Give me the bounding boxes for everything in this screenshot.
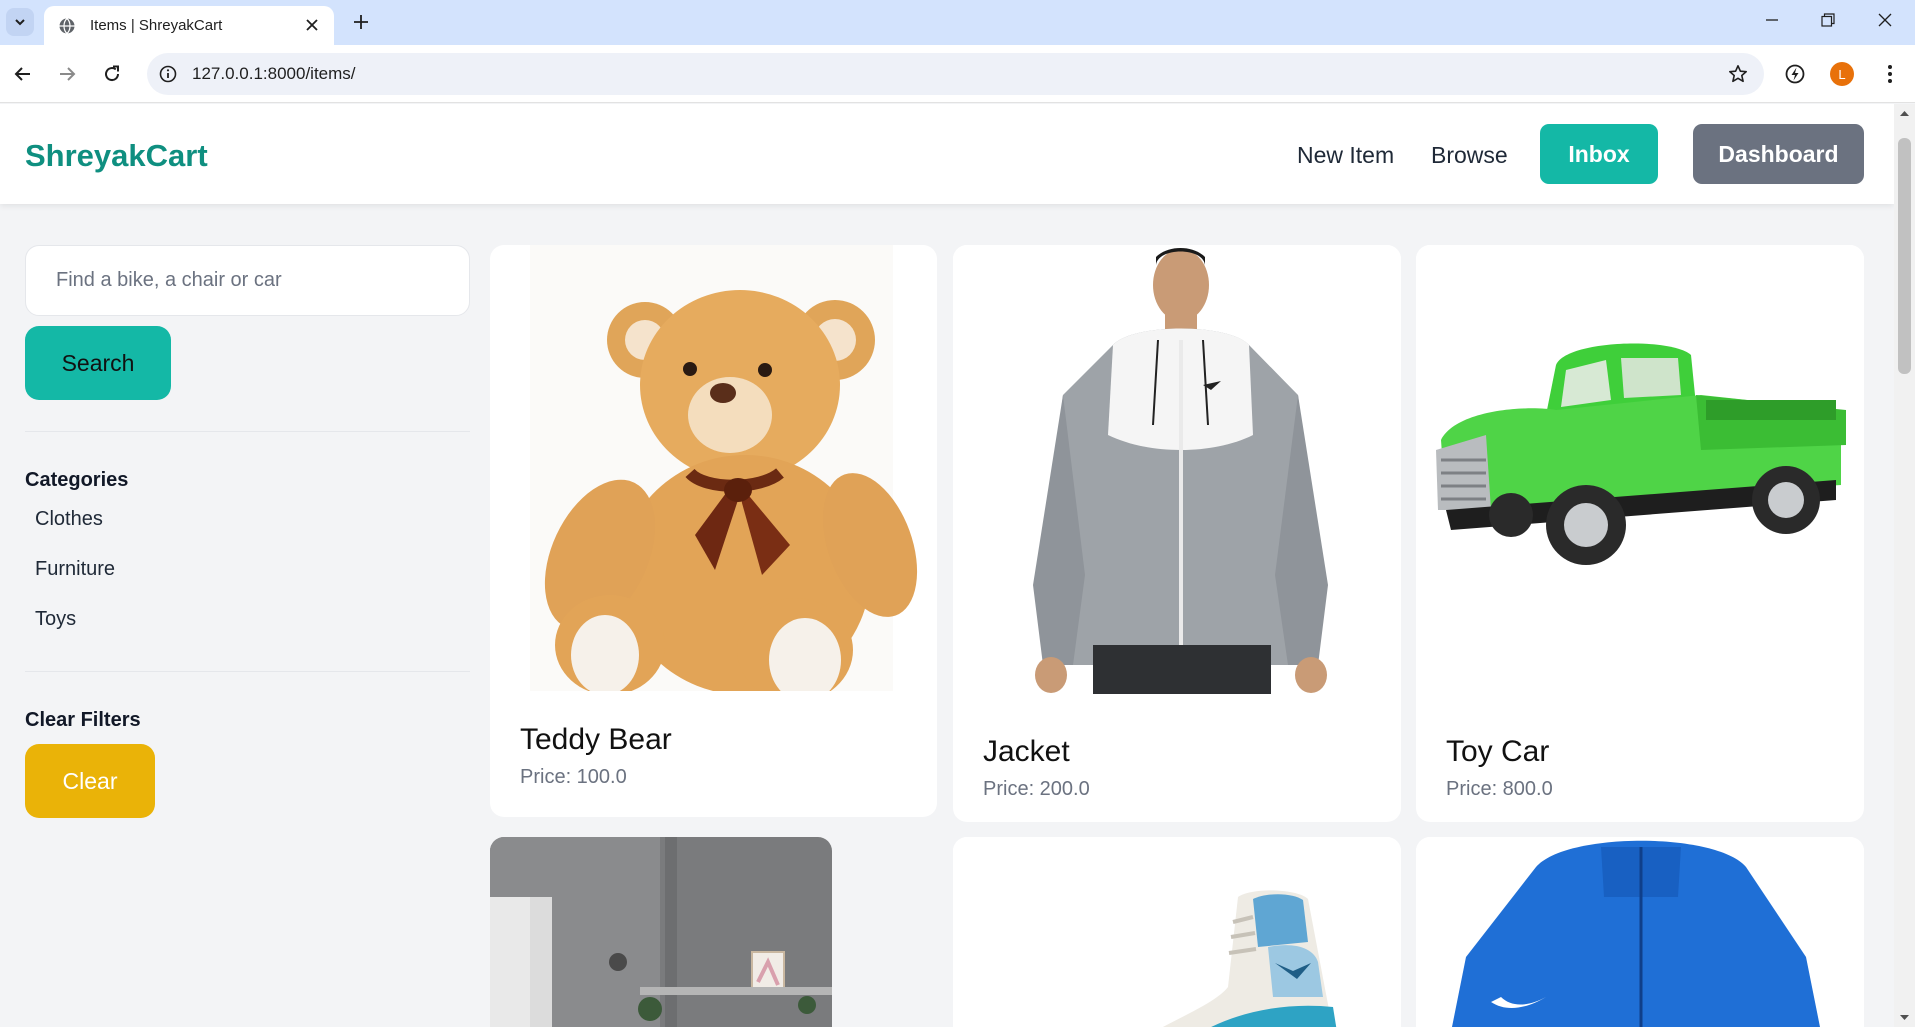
category-toys[interactable]: Toys (35, 608, 76, 631)
sneaker-image (953, 837, 1401, 1027)
close-icon[interactable] (302, 15, 322, 35)
address-bar[interactable]: 127.0.0.1:8000/items/ (147, 53, 1764, 95)
item-card-teddy-bear[interactable]: Teddy Bear Price: 100.0 (490, 245, 937, 817)
tab-title: Items | ShreyakCart (90, 17, 223, 34)
window-close-icon[interactable] (1858, 0, 1912, 40)
avatar[interactable]: L (1830, 62, 1854, 86)
furniture-image (490, 837, 832, 1027)
tab-list-icon[interactable] (6, 8, 34, 36)
new-item-link[interactable]: New Item (1297, 142, 1394, 169)
item-price: Price: 200.0 (983, 778, 1090, 800)
site-navbar: ShreyakCart New Item Browse Inbox Dashbo… (0, 104, 1894, 204)
page-viewport: ShreyakCart New Item Browse Inbox Dashbo… (0, 104, 1894, 1027)
item-price: Price: 800.0 (1446, 778, 1553, 800)
jacket-image (953, 245, 1401, 694)
category-clothes[interactable]: Clothes (35, 508, 103, 531)
browser-tab-bar: Items | ShreyakCart (0, 0, 1915, 45)
search-input[interactable] (25, 245, 470, 316)
extensions-icon[interactable] (1782, 61, 1808, 87)
clear-button[interactable]: Clear (25, 744, 155, 818)
scrollbar-thumb[interactable] (1898, 138, 1911, 374)
url-text: 127.0.0.1:8000/items/ (192, 64, 356, 83)
clear-filters-heading: Clear Filters (25, 709, 141, 731)
category-furniture[interactable]: Furniture (35, 558, 115, 581)
browser-tab[interactable]: Items | ShreyakCart (44, 6, 334, 45)
globe-icon (58, 17, 76, 35)
minimize-icon[interactable] (1745, 0, 1799, 40)
browser-toolbar: 127.0.0.1:8000/items/ L (0, 45, 1915, 103)
blue-jacket-image (1416, 837, 1864, 1027)
inbox-button[interactable]: Inbox (1540, 124, 1658, 184)
back-icon[interactable] (8, 59, 38, 89)
item-card-toy-car[interactable]: Toy Car Price: 800.0 (1416, 245, 1864, 822)
reload-icon[interactable] (97, 59, 127, 89)
teddy-bear-image (530, 245, 918, 691)
forward-icon[interactable] (52, 59, 82, 89)
item-name: Jacket (983, 735, 1070, 768)
item-name: Toy Car (1446, 735, 1550, 768)
scroll-up-icon[interactable] (1899, 108, 1910, 119)
restore-icon[interactable] (1801, 0, 1855, 40)
divider (25, 671, 470, 672)
plus-icon[interactable] (348, 9, 374, 35)
browse-link[interactable]: Browse (1431, 142, 1508, 169)
site-logo[interactable]: ShreyakCart (25, 138, 208, 174)
site-info-icon[interactable] (157, 63, 179, 85)
page-scrollbar[interactable] (1894, 104, 1915, 1027)
item-price: Price: 100.0 (520, 766, 627, 788)
item-card-furniture[interactable] (490, 837, 832, 1027)
item-card-blue-jacket[interactable] (1416, 837, 1864, 1027)
toy-car-image (1416, 245, 1864, 694)
divider (25, 431, 470, 432)
menu-icon[interactable] (1878, 61, 1902, 87)
categories-heading: Categories (25, 469, 129, 491)
search-button[interactable]: Search (25, 326, 171, 400)
item-name: Teddy Bear (520, 723, 672, 756)
scroll-down-icon[interactable] (1899, 1012, 1910, 1023)
item-card-jacket[interactable]: Jacket Price: 200.0 (953, 245, 1401, 822)
bookmark-star-icon[interactable] (1726, 62, 1750, 86)
dashboard-button[interactable]: Dashboard (1693, 124, 1864, 184)
item-card-sneaker[interactable] (953, 837, 1401, 1027)
